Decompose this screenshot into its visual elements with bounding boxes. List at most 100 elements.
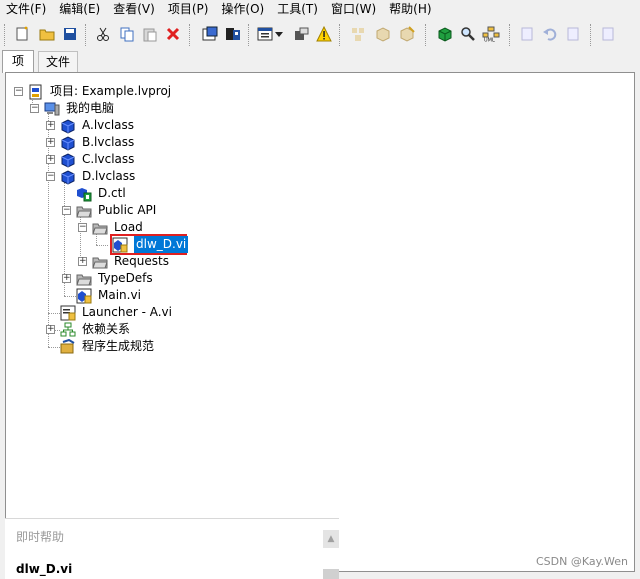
- menu-view[interactable]: 查看(V): [107, 0, 162, 19]
- lvclass-cube-icon: [60, 169, 76, 185]
- lvclass-cube-icon: [60, 152, 76, 168]
- tree-item-typedefs[interactable]: TypeDefs: [76, 270, 153, 287]
- folder-icon: [76, 203, 92, 219]
- tree-item-label: C.lvclass: [82, 152, 135, 166]
- class-icon-3[interactable]: [398, 25, 416, 43]
- help-vi-name: dlw_D.vi: [16, 562, 73, 576]
- folder-icon: [76, 271, 92, 287]
- toolbar-separator: [339, 24, 342, 46]
- tree-item-label: 项目: Example.lvproj: [50, 84, 172, 98]
- class-icon-1[interactable]: [349, 25, 367, 43]
- save-all-icon[interactable]: [61, 25, 79, 43]
- tree-item-main-vi[interactable]: Main.vi: [76, 287, 141, 304]
- tree-item-label: Main.vi: [98, 288, 141, 302]
- toolbar-separator: [85, 24, 88, 46]
- svg-text:UML: UML: [484, 38, 495, 43]
- collapse-toggle[interactable]: −: [14, 87, 23, 96]
- toolbar-separator: [248, 24, 251, 46]
- collapse-toggle[interactable]: −: [30, 104, 39, 113]
- open-icon[interactable]: [38, 25, 56, 43]
- collapse-toggle[interactable]: −: [78, 223, 87, 232]
- expand-toggle[interactable]: +: [46, 121, 55, 130]
- uml-icon[interactable]: UML: [482, 25, 500, 43]
- toolbar-grip: [4, 24, 7, 46]
- doc-icon-1[interactable]: [518, 25, 536, 43]
- tree-item-public-api[interactable]: Public API: [76, 202, 156, 219]
- dropdown-arrow-icon[interactable]: [274, 25, 284, 43]
- paste-icon[interactable]: [141, 25, 159, 43]
- context-help-panel: 即时帮助 dlw_D.vi ▲: [5, 518, 339, 579]
- expand-toggle[interactable]: +: [46, 138, 55, 147]
- scroll-up-icon[interactable]: ▲: [323, 530, 339, 548]
- view-options-icon[interactable]: [256, 25, 274, 43]
- menu-tools[interactable]: 工具(T): [271, 0, 325, 19]
- doc-icon-2[interactable]: [564, 25, 582, 43]
- project-tree[interactable]: − 项目: Example.lvproj − 我的电脑 + A.lvclass …: [5, 72, 635, 572]
- vi-icon: [112, 237, 128, 253]
- collapse-toggle[interactable]: −: [62, 206, 71, 215]
- tree-item-requests[interactable]: Requests: [92, 253, 169, 270]
- cut-icon[interactable]: [94, 25, 112, 43]
- computer-icon: [44, 101, 60, 117]
- doc-icon-3[interactable]: [599, 25, 617, 43]
- build-icon[interactable]: [201, 25, 219, 43]
- tree-item-label: Requests: [114, 254, 169, 268]
- expand-toggle[interactable]: +: [62, 274, 71, 283]
- tab-files[interactable]: 文件: [38, 51, 78, 72]
- class-icon-2[interactable]: [374, 25, 392, 43]
- tree-item-launcher-vi[interactable]: Launcher - A.vi: [60, 304, 172, 321]
- tree-item-class-c[interactable]: C.lvclass: [60, 151, 134, 168]
- help-title: 即时帮助: [16, 530, 65, 544]
- search-icon[interactable]: [459, 25, 477, 43]
- collapse-toggle[interactable]: −: [46, 172, 55, 181]
- copy-icon[interactable]: [118, 25, 136, 43]
- tree-item-project[interactable]: 项目: Example.lvproj: [28, 83, 171, 100]
- watermark: CSDN @Kay.Wen: [535, 555, 628, 568]
- menu-project[interactable]: 项目(P): [162, 0, 216, 19]
- undo-icon[interactable]: [541, 25, 559, 43]
- green-cube-icon[interactable]: [436, 25, 454, 43]
- toolbar-separator: [189, 24, 192, 46]
- expand-toggle[interactable]: +: [46, 325, 55, 334]
- tree-item-class-a[interactable]: A.lvclass: [60, 117, 134, 134]
- tab-items[interactable]: 项: [2, 50, 34, 73]
- toolbar-separator: [590, 24, 593, 46]
- toolbar-separator: [509, 24, 512, 46]
- tools-icon[interactable]: [292, 25, 310, 43]
- tree-item-class-b[interactable]: B.lvclass: [60, 134, 134, 151]
- tree-item-label: 依赖关系: [82, 322, 131, 336]
- tree-item-label: B.lvclass: [82, 135, 135, 149]
- build-specs-icon: [60, 338, 76, 355]
- vi-icon: [60, 305, 76, 321]
- tree-item-my-computer[interactable]: 我的电脑: [44, 100, 114, 117]
- folder-icon: [92, 220, 108, 236]
- lvclass-cube-icon: [60, 135, 76, 151]
- tree-item-label: 我的电脑: [66, 101, 115, 115]
- menu-window[interactable]: 窗口(W): [325, 0, 383, 19]
- tree-item-label: TypeDefs: [98, 271, 153, 285]
- project-icon: [28, 84, 44, 100]
- tree-item-d-ctl[interactable]: D.ctl: [76, 185, 126, 202]
- menu-operate[interactable]: 操作(O): [215, 0, 271, 19]
- project-tabs: 项 文件: [0, 50, 640, 73]
- lvclass-cube-icon: [60, 118, 76, 134]
- tree-item-class-d[interactable]: D.lvclass: [60, 168, 135, 185]
- new-icon[interactable]: [13, 25, 31, 43]
- toolbar-separator: [425, 24, 428, 46]
- warning-icon[interactable]: [315, 25, 333, 43]
- tree-item-build-specs[interactable]: 程序生成规范: [60, 338, 154, 355]
- expand-toggle[interactable]: +: [78, 257, 87, 266]
- menu-help[interactable]: 帮助(H): [383, 0, 438, 19]
- tree-item-dlw-d-vi[interactable]: dlw_D.vi: [112, 236, 189, 253]
- tree-item-label: Public API: [98, 203, 157, 217]
- tree-item-dependencies[interactable]: 依赖关系: [60, 321, 130, 338]
- tree-item-label: dlw_D.vi: [134, 236, 189, 253]
- expand-toggle[interactable]: +: [46, 155, 55, 164]
- class-control-icon: [76, 186, 92, 202]
- menu-edit[interactable]: 编辑(E): [53, 0, 107, 19]
- delete-icon[interactable]: [164, 25, 182, 43]
- menu-file[interactable]: 文件(F): [0, 0, 53, 19]
- build-specs-icon[interactable]: [224, 25, 242, 43]
- dependencies-icon: [60, 322, 76, 338]
- menu-bar: 文件(F) 编辑(E) 查看(V) 项目(P) 操作(O) 工具(T) 窗口(W…: [0, 0, 640, 19]
